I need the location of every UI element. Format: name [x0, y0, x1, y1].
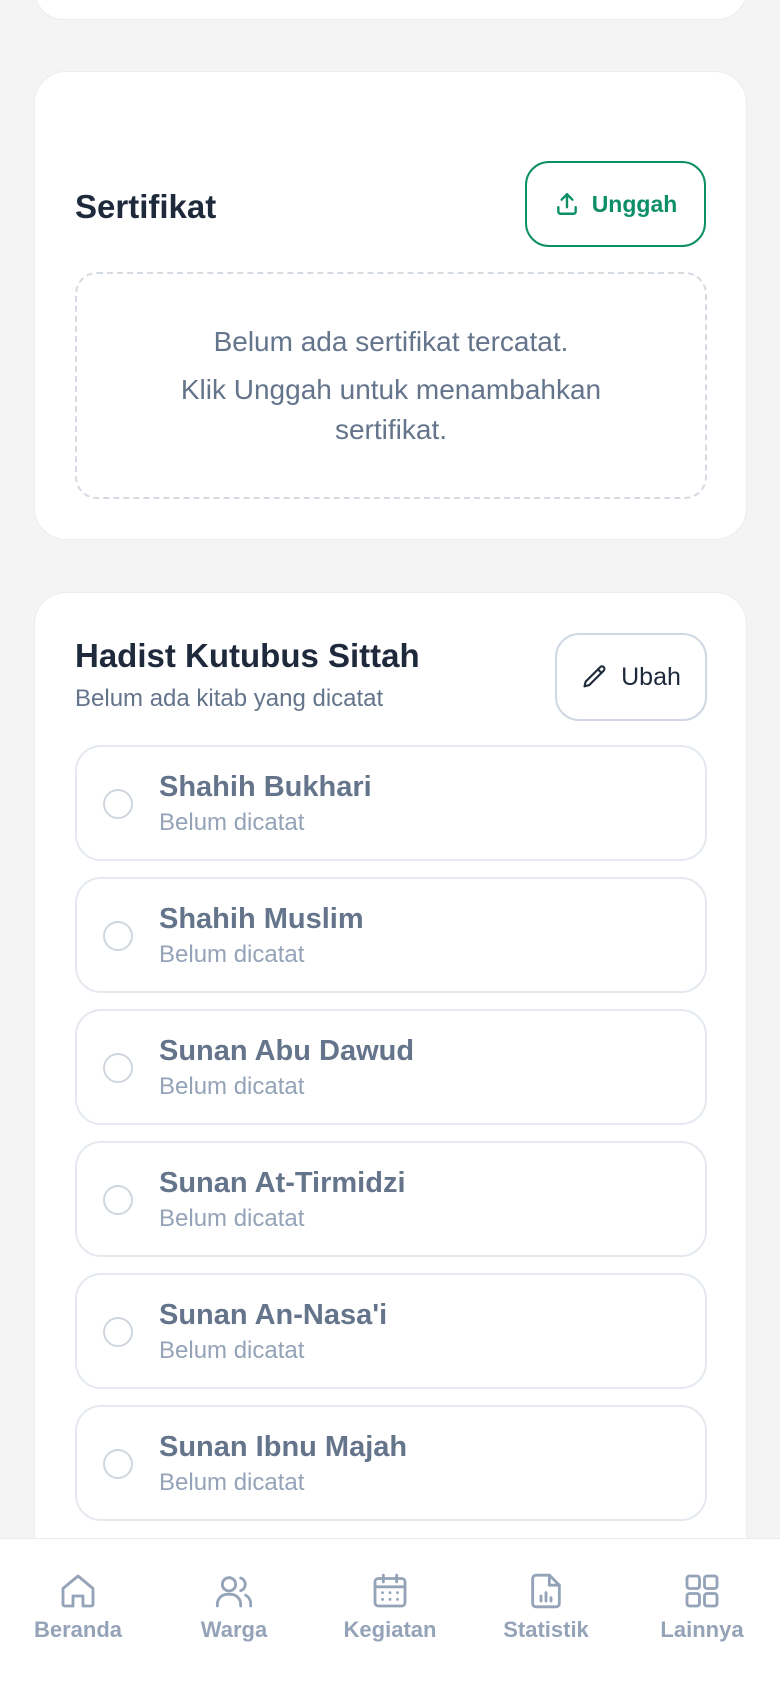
chart-file-icon: [531, 1573, 561, 1609]
radio-icon[interactable]: [103, 921, 133, 951]
kitab-status: Belum dicatat: [159, 1469, 305, 1496]
upload-button-label: Unggah: [591, 190, 678, 217]
kitab-status: Belum dicatat: [159, 1073, 305, 1100]
radio-icon[interactable]: [103, 789, 133, 819]
edit-button-label: Ubah: [621, 662, 681, 691]
upload-icon: [556, 193, 577, 215]
users-icon: [215, 1576, 253, 1608]
grid-icon: [685, 1574, 719, 1608]
list-item[interactable]: Sunan Ibnu Majah Belum dicatat: [75, 1405, 707, 1521]
page: Sertifikat Unggah Belum ada sertifikat t…: [0, 0, 780, 1688]
list-item[interactable]: Sunan An-Nasa'i Belum dicatat: [75, 1273, 707, 1389]
kitab-name: Sunan Abu Dawud: [159, 1035, 415, 1067]
hadist-subtitle: Belum ada kitab yang dicatat: [75, 685, 384, 712]
kitab-status: Belum dicatat: [159, 1337, 305, 1364]
nav-item-warga[interactable]: Warga: [159, 1571, 309, 1643]
certificate-card: Sertifikat Unggah Belum ada sertifikat t…: [34, 71, 747, 540]
hadist-card: Hadist Kutubus Sittah Belum ada kitab ya…: [34, 592, 747, 1688]
radio-icon[interactable]: [103, 1317, 133, 1347]
nav-item-kegiatan[interactable]: Kegiatan: [315, 1571, 465, 1643]
radio-icon[interactable]: [103, 1185, 133, 1215]
kitab-status: Belum dicatat: [159, 1205, 305, 1232]
bottom-nav: Beranda Warga Kegiatan Statistik Lainnya: [0, 1538, 780, 1688]
pencil-icon: [583, 665, 606, 688]
list-item[interactable]: Sunan Abu Dawud Belum dicatat: [75, 1009, 707, 1125]
kitab-name: Sunan Ibnu Majah: [159, 1431, 408, 1463]
nav-label: Statistik: [503, 1617, 589, 1642]
certificate-title: Sertifikat: [75, 188, 217, 225]
home-icon: [61, 1574, 95, 1608]
calendar-icon: [373, 1573, 407, 1608]
empty-message: Belum ada sertifikat tercatat.: [213, 325, 569, 357]
kitab-name: Shahih Bukhari: [159, 771, 372, 803]
kitab-status: Belum dicatat: [159, 941, 305, 968]
nav-label: Beranda: [33, 1617, 123, 1642]
radio-icon[interactable]: [103, 1053, 133, 1083]
kitab-name: Sunan An-Nasa'i: [159, 1299, 388, 1331]
kitab-name: Sunan At-Tirmidzi: [159, 1167, 406, 1199]
list-item[interactable]: Shahih Bukhari Belum dicatat: [75, 745, 707, 861]
upload-button[interactable]: Unggah: [525, 161, 706, 247]
radio-icon[interactable]: [103, 1449, 133, 1479]
kitab-status: Belum dicatat: [159, 809, 305, 836]
empty-hint: Klik Unggah untuk menambahkan sertifikat…: [180, 373, 602, 445]
edit-button[interactable]: Ubah: [555, 633, 707, 721]
nav-label: Kegiatan: [343, 1617, 437, 1642]
list-item[interactable]: Sunan At-Tirmidzi Belum dicatat: [75, 1141, 707, 1257]
kitab-list: Shahih Bukhari Belum dicatat Shahih Musl…: [75, 745, 707, 1537]
hadist-title: Hadist Kutubus Sittah: [75, 637, 420, 674]
previous-card: [34, 0, 747, 20]
nav-label: Warga: [200, 1617, 268, 1642]
nav-item-lainnya[interactable]: Lainnya: [627, 1571, 777, 1643]
kitab-name: Shahih Muslim: [159, 903, 364, 935]
list-item[interactable]: Shahih Muslim Belum dicatat: [75, 877, 707, 993]
nav-item-beranda[interactable]: Beranda: [3, 1571, 153, 1643]
nav-label: Lainnya: [660, 1617, 744, 1642]
nav-item-statistik[interactable]: Statistik: [471, 1571, 621, 1643]
certificate-empty-state: Belum ada sertifikat tercatat. Klik Ungg…: [75, 272, 707, 499]
